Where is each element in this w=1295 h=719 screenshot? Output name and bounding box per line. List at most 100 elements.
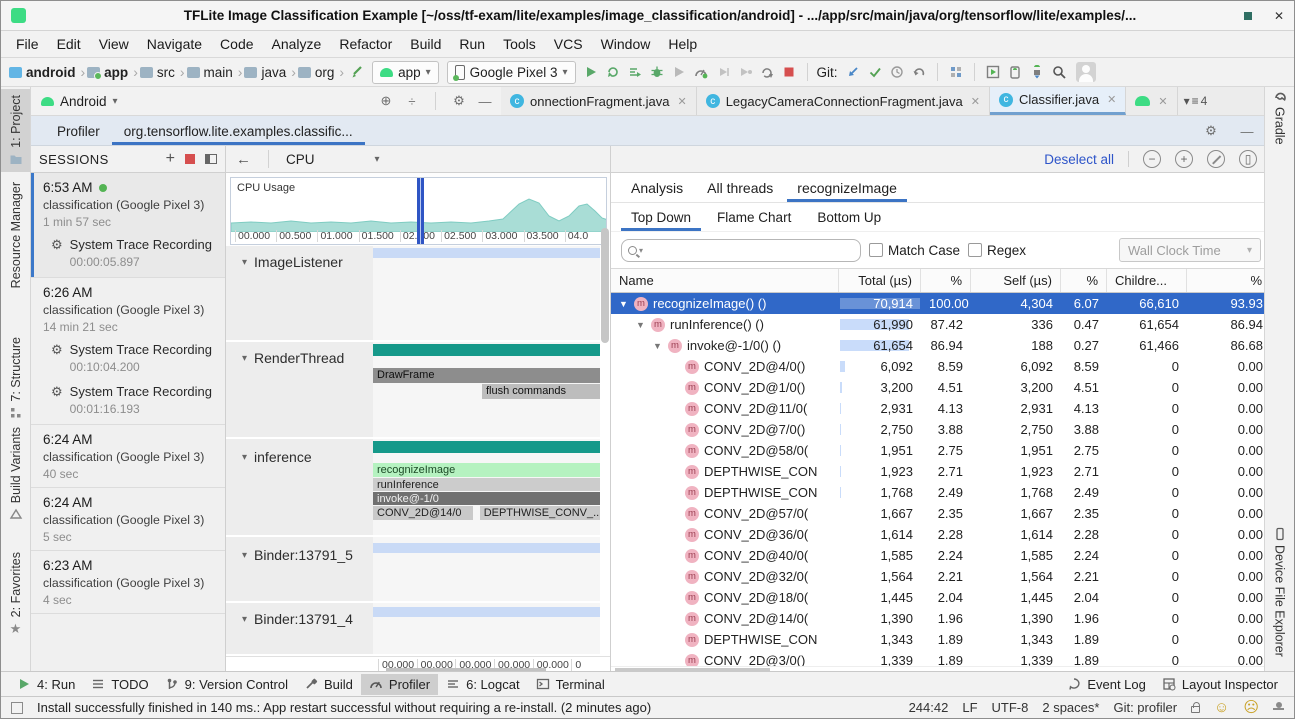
search-input[interactable]: ▾	[621, 239, 861, 262]
analysis-tab-recognizeimage[interactable]: recognizeImage	[787, 173, 907, 202]
thread-lane[interactable]: DrawFrameflush commands	[373, 342, 600, 437]
thread-name[interactable]: ▾Binder:13791_5	[242, 547, 353, 563]
back-arrow-icon[interactable]: ←	[236, 151, 251, 168]
table-row[interactable]: ▼mrunInference() ()61,99087.423360.4761,…	[611, 314, 1271, 335]
thread-name[interactable]: ▾inference	[242, 449, 312, 465]
update-project-icon[interactable]	[846, 65, 860, 79]
table-row[interactable]: mCONV_2D@36/0(1,6142.281,6142.2800.00	[611, 524, 1271, 545]
table-row[interactable]: mDEPTHWISE_CON1,3431.891,3431.8900.00	[611, 629, 1271, 650]
hide-panel-icon[interactable]: —	[1237, 124, 1257, 139]
rollback-icon[interactable]	[912, 65, 926, 79]
menu-analyze[interactable]: Analyze	[263, 36, 331, 52]
commit-icon[interactable]	[868, 65, 882, 79]
close-icon[interactable]: ✕	[1107, 93, 1116, 106]
thread-lane[interactable]	[373, 537, 600, 601]
table-row[interactable]: mCONV_2D@4/0()6,0928.596,0928.5900.00	[611, 356, 1271, 377]
tool-windows-icon[interactable]	[11, 702, 23, 714]
recording-item[interactable]: ⚙System Trace Recording00:00:05.897	[43, 229, 217, 271]
trace-span-invoke-1-0[interactable]: invoke@-1/0	[373, 492, 600, 505]
collapse-panel-icon[interactable]	[205, 154, 217, 164]
table-row[interactable]: ▼mrecognizeImage() ()70,914100.004,3046.…	[611, 293, 1271, 314]
editor-tab-more[interactable]: ✕	[1126, 87, 1177, 115]
tool-button-profiler[interactable]: Profiler	[361, 674, 438, 695]
zoom-in-icon[interactable]: +	[1175, 150, 1193, 168]
thread-name[interactable]: ▾ImageListener	[242, 254, 343, 270]
table-row[interactable]: mCONV_2D@32/0(1,5642.211,5642.2100.00	[611, 566, 1271, 587]
menu-build[interactable]: Build	[401, 36, 450, 52]
collapse-all-icon[interactable]: ÷	[402, 94, 422, 109]
thread-lane[interactable]	[373, 603, 600, 654]
menu-file[interactable]: File	[7, 36, 48, 52]
close-icon[interactable]: ✕	[971, 95, 980, 108]
step-over-icon[interactable]	[716, 65, 730, 79]
menu-tools[interactable]: Tools	[494, 36, 545, 52]
caret-position[interactable]: 244:42	[909, 700, 949, 715]
editor-tab-onnectionFragment-java[interactable]: connectionFragment.java✕	[501, 87, 697, 115]
stop-icon[interactable]	[782, 65, 796, 79]
git-branch[interactable]: Git: profiler	[1113, 700, 1177, 715]
subtab-flame-chart[interactable]: Flame Chart	[707, 203, 801, 231]
menu-help[interactable]: Help	[659, 36, 706, 52]
locate-file-icon[interactable]: ⊕	[376, 93, 396, 109]
menu-view[interactable]: View	[90, 36, 138, 52]
trace-span-recognizeimage[interactable]: recognizeImage	[373, 463, 600, 477]
apply-changes-icon[interactable]	[606, 65, 620, 79]
add-session-icon[interactable]: +	[166, 150, 175, 168]
recording-item[interactable]: ⚙System Trace Recording00:10:04.200	[43, 334, 217, 376]
sdk-manager-icon[interactable]	[1030, 65, 1044, 79]
table-row[interactable]: mCONV_2D@57/0(1,6672.351,6672.3500.00	[611, 503, 1271, 524]
gear-icon[interactable]: ⚙	[1201, 123, 1221, 139]
close-icon[interactable]: ✕	[677, 95, 686, 108]
avd-manager-icon[interactable]	[1008, 65, 1022, 79]
reset-zoom-icon[interactable]	[1207, 150, 1225, 168]
trace-span[interactable]	[373, 248, 600, 258]
sidebar-item-1-project[interactable]: 1: Project	[1, 89, 30, 172]
hide-panel-icon[interactable]: —	[475, 94, 495, 109]
sync-icon[interactable]	[760, 65, 774, 79]
zoom-out-icon[interactable]: −	[1143, 150, 1161, 168]
trace-span[interactable]	[373, 607, 600, 617]
tracks-vertical-scrollbar[interactable]	[601, 228, 609, 343]
column-header-6[interactable]: %	[1187, 269, 1271, 292]
trace-span[interactable]	[373, 543, 600, 553]
menu-vcs[interactable]: VCS	[545, 36, 592, 52]
table-row[interactable]: mCONV_2D@40/0(1,5852.241,5852.2400.00	[611, 545, 1271, 566]
sidebar-item-resource-manager[interactable]: Resource Manager	[1, 182, 30, 288]
cpu-usage-chart[interactable]: CPU Usage 00.00000.50001.00001.50002.000…	[230, 177, 607, 245]
tool-button-build[interactable]: Build	[296, 674, 361, 695]
session-item[interactable]: 6:53 AMclassification (Google Pixel 3)1 …	[31, 173, 225, 278]
close-icon[interactable]: ✕	[1158, 95, 1167, 108]
trace-span[interactable]	[373, 441, 600, 453]
menu-navigate[interactable]: Navigate	[138, 36, 211, 52]
tool-button-layout-inspector[interactable]: Layout Inspector	[1154, 674, 1286, 695]
menu-run[interactable]: Run	[450, 36, 494, 52]
search-everywhere-icon[interactable]	[1052, 65, 1066, 79]
run-icon[interactable]	[584, 65, 598, 79]
line-separator[interactable]: LF	[962, 700, 977, 715]
analysis-tab-analysis[interactable]: Analysis	[621, 173, 693, 202]
analysis-tab-all-threads[interactable]: All threads	[697, 173, 783, 202]
menu-refactor[interactable]: Refactor	[330, 36, 401, 52]
trace-span-runinference[interactable]: runInference	[373, 478, 600, 491]
gear-icon[interactable]: ⚙	[449, 93, 469, 109]
editor-tab-LegacyCameraConnectionFragment-java[interactable]: cLegacyCameraConnectionFragment.java✕	[697, 87, 990, 115]
trace-span[interactable]	[373, 344, 600, 356]
column-header-0[interactable]: Name	[611, 269, 839, 292]
recording-item[interactable]: ⚙System Trace Recording00:01:16.193	[43, 376, 217, 418]
sad-face-icon[interactable]: ☹	[1243, 700, 1259, 715]
tool-button-4-run[interactable]: 4: Run	[9, 674, 83, 695]
table-row[interactable]: mCONV_2D@3/0()1,3391.891,3391.8900.00	[611, 650, 1271, 666]
step-into-icon[interactable]	[738, 65, 752, 79]
column-header-1[interactable]: Total (µs)	[839, 269, 921, 292]
session-item[interactable]: 6:24 AMclassification (Google Pixel 3)5 …	[31, 488, 225, 551]
trace-span-conv-2d-14-0[interactable]: CONV_2D@14/0	[373, 506, 473, 520]
sidebar-item-device-file-explorer[interactable]: Device File Explorer	[1265, 527, 1294, 657]
run-anything-icon[interactable]	[986, 65, 1000, 79]
menu-window[interactable]: Window	[592, 36, 660, 52]
trace-span-drawframe[interactable]: DrawFrame	[373, 368, 600, 383]
run-config-dropdown[interactable]: app▾	[372, 61, 439, 84]
happy-face-icon[interactable]: ☺	[1214, 700, 1229, 715]
menu-code[interactable]: Code	[211, 36, 262, 52]
menu-edit[interactable]: Edit	[48, 36, 90, 52]
thread-lane[interactable]: recognizeImagerunInferenceinvoke@-1/0CON…	[373, 439, 600, 535]
